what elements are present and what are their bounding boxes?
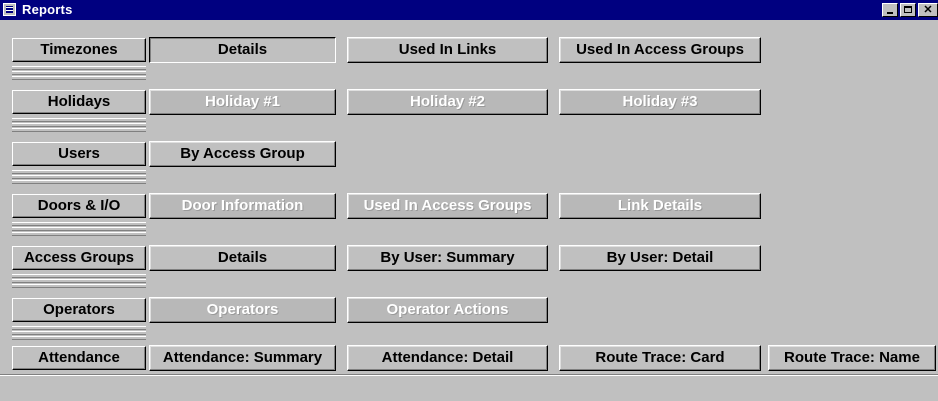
row-separator bbox=[12, 66, 146, 80]
timezones-button[interactable]: Timezones bbox=[12, 38, 146, 62]
holiday-1-button[interactable]: Holiday #1 bbox=[149, 89, 336, 115]
title-bar[interactable]: Reports bbox=[0, 0, 938, 20]
row-separator bbox=[12, 118, 146, 132]
status-bar bbox=[0, 374, 938, 401]
row-separator bbox=[12, 222, 146, 236]
app-icon bbox=[3, 3, 16, 16]
operator-actions-button[interactable]: Operator Actions bbox=[347, 297, 548, 323]
close-icon[interactable] bbox=[918, 3, 938, 17]
attendance-detail-button[interactable]: Attendance: Detail bbox=[347, 345, 548, 371]
doors-io-button[interactable]: Doors & I/O bbox=[12, 194, 146, 218]
operators-button[interactable]: Operators bbox=[12, 298, 146, 322]
door-information-button[interactable]: Door Information bbox=[149, 193, 336, 219]
timezones-details-button[interactable]: Details bbox=[149, 37, 336, 63]
doors-used-in-access-groups-button[interactable]: Used In Access Groups bbox=[347, 193, 548, 219]
row-separator bbox=[12, 170, 146, 184]
by-user-summary-button[interactable]: By User: Summary bbox=[347, 245, 548, 271]
by-user-detail-button[interactable]: By User: Detail bbox=[559, 245, 761, 271]
attendance-button[interactable]: Attendance bbox=[12, 346, 146, 370]
holiday-2-button[interactable]: Holiday #2 bbox=[347, 89, 548, 115]
timezones-used-in-access-groups-button[interactable]: Used In Access Groups bbox=[559, 37, 761, 63]
access-groups-button[interactable]: Access Groups bbox=[12, 246, 146, 270]
row-separator bbox=[12, 274, 146, 288]
route-trace-card-button[interactable]: Route Trace: Card bbox=[559, 345, 761, 371]
holidays-button[interactable]: Holidays bbox=[12, 90, 146, 114]
row-separator bbox=[12, 326, 146, 340]
attendance-summary-button[interactable]: Attendance: Summary bbox=[149, 345, 336, 371]
timezones-used-in-links-button[interactable]: Used In Links bbox=[347, 37, 548, 63]
maximize-icon[interactable] bbox=[900, 3, 916, 17]
reports-window: Reports Timezones Details Used In Links … bbox=[0, 0, 938, 401]
window-title: Reports bbox=[22, 2, 73, 17]
operators-report-button[interactable]: Operators bbox=[149, 297, 336, 323]
minimize-icon[interactable] bbox=[882, 3, 898, 17]
users-by-access-group-button[interactable]: By Access Group bbox=[149, 141, 336, 167]
holiday-3-button[interactable]: Holiday #3 bbox=[559, 89, 761, 115]
users-button[interactable]: Users bbox=[12, 142, 146, 166]
link-details-button[interactable]: Link Details bbox=[559, 193, 761, 219]
access-groups-details-button[interactable]: Details bbox=[149, 245, 336, 271]
route-trace-name-button[interactable]: Route Trace: Name bbox=[768, 345, 936, 371]
